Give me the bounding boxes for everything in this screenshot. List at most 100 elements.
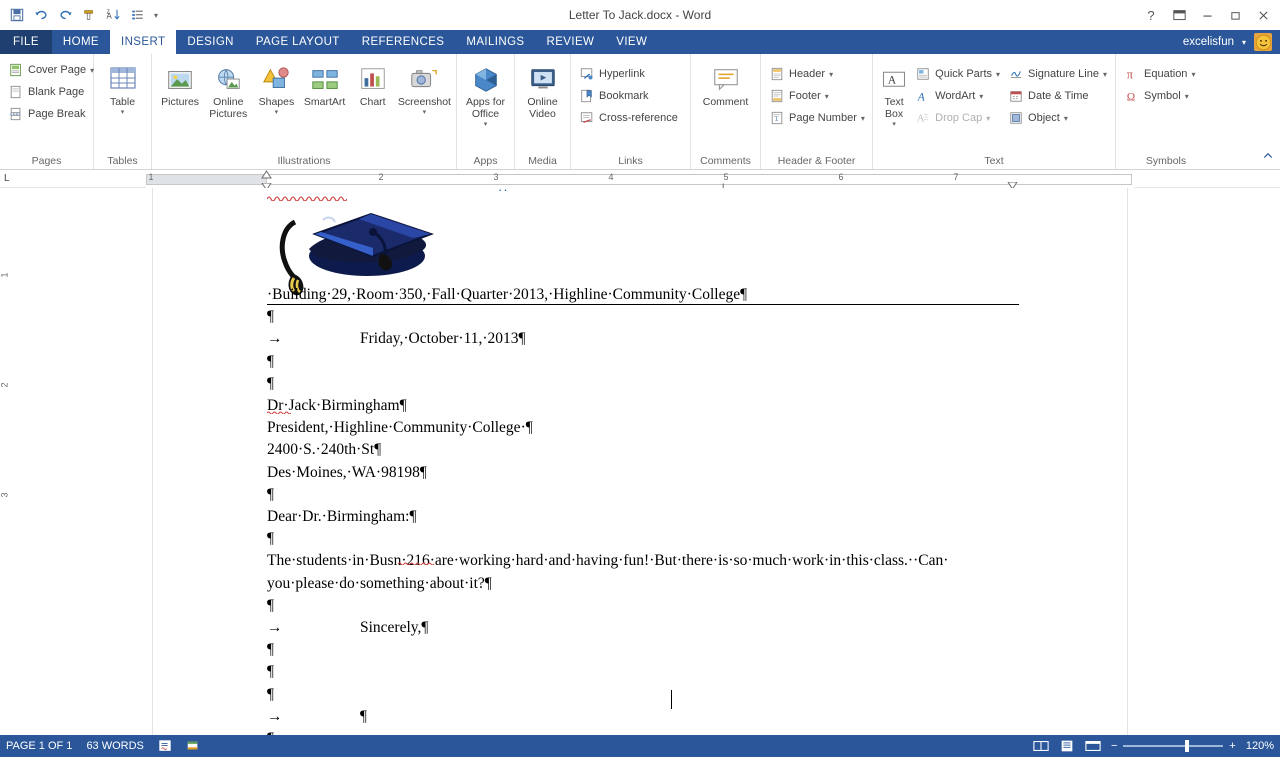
shapes-button[interactable]: Shapes ▾: [252, 59, 300, 118]
chevron-down-icon[interactable]: ▾: [825, 92, 829, 101]
bookmark-button[interactable]: Bookmark: [575, 85, 682, 107]
tab-design[interactable]: DESIGN: [176, 30, 245, 54]
object-icon: [1008, 110, 1024, 126]
status-bar-right[interactable]: − + 120%: [1033, 739, 1274, 753]
tab-home[interactable]: HOME: [52, 30, 110, 54]
pictures-button[interactable]: Pictures: [156, 59, 204, 111]
chevron-down-icon[interactable]: ▾: [861, 114, 865, 123]
symbol-button[interactable]: Ω Symbol ▾: [1120, 85, 1199, 107]
zoom-knob[interactable]: [1185, 740, 1190, 752]
wordart-button[interactable]: A WordArt ▾: [911, 85, 1004, 107]
document-text[interactable]: ·Building·29,·Room·350,·Fall·Quarter·201…: [267, 284, 1027, 735]
chevron-down-icon[interactable]: ▾: [1185, 92, 1189, 101]
zoom-slider[interactable]: − +: [1111, 740, 1236, 752]
tab-review[interactable]: REVIEW: [536, 30, 606, 54]
tab-mailings[interactable]: MAILINGS: [455, 30, 535, 54]
ribbon-display-options-icon[interactable]: [1166, 2, 1192, 28]
zoom-out-button[interactable]: −: [1111, 740, 1117, 752]
redo-icon[interactable]: [54, 4, 76, 26]
doc-line-7: President,·Highline·Community·College·¶: [267, 419, 533, 437]
signature-line-button[interactable]: Signature Line ▾: [1004, 63, 1111, 85]
quick-access-toolbar[interactable]: AZ ▾: [0, 4, 162, 26]
footer-button[interactable]: Footer ▾: [765, 85, 869, 107]
print-layout-icon[interactable]: [1059, 739, 1075, 753]
chevron-down-icon[interactable]: ▾: [1103, 70, 1107, 79]
zoom-track[interactable]: [1123, 740, 1224, 752]
word-count[interactable]: 63 WORDS: [86, 740, 143, 752]
undo-icon[interactable]: [30, 4, 52, 26]
qat-dropdown-icon[interactable]: ▾: [150, 4, 162, 26]
chevron-down-icon[interactable]: ▾: [979, 92, 983, 101]
chevron-down-icon[interactable]: ▾: [1191, 70, 1195, 79]
document-page[interactable]: ·· ·Building·29,·Room·350,·Fall·Quarter·…: [152, 188, 1128, 735]
zoom-in-button[interactable]: +: [1229, 740, 1235, 752]
collapse-ribbon-icon[interactable]: [1262, 150, 1274, 165]
restore-icon[interactable]: [1222, 2, 1248, 28]
text-box-button[interactable]: A Text Box ▾: [877, 59, 911, 130]
ruler-text-area: [266, 174, 1132, 185]
ribbon-tab-bar[interactable]: FILE HOME INSERT DESIGN PAGE LAYOUT REFE…: [0, 30, 1280, 54]
format-painter-icon[interactable]: [78, 4, 100, 26]
cover-page-button[interactable]: Cover Page ▾: [4, 59, 98, 81]
hyperlink-button[interactable]: Hyperlink: [575, 63, 682, 85]
equation-button[interactable]: π Equation ▾: [1120, 63, 1199, 85]
language-icon[interactable]: [186, 739, 200, 753]
page-break-button[interactable]: Page Break: [4, 103, 98, 125]
smartart-button[interactable]: SmartArt: [301, 59, 349, 111]
read-mode-icon[interactable]: [1033, 739, 1049, 753]
tab-page-layout[interactable]: PAGE LAYOUT: [245, 30, 351, 54]
ruler-scale[interactable]: 1 2 3 4 5 6 7 L: [146, 170, 1134, 192]
screenshot-button[interactable]: Screenshot ▾: [397, 59, 452, 118]
proofing-errors-icon[interactable]: [158, 739, 172, 753]
comment-button[interactable]: Comment: [695, 59, 756, 111]
chevron-down-icon[interactable]: ▾: [892, 121, 896, 128]
window-controls[interactable]: ?: [1138, 0, 1276, 30]
sort-icon[interactable]: AZ: [102, 4, 124, 26]
chevron-down-icon[interactable]: ▾: [1242, 38, 1246, 47]
document-area[interactable]: 1 2 3 ·· ·Building·29,·Room·350,·Fall·Qu…: [0, 188, 1280, 735]
online-video-button[interactable]: Online Video: [519, 59, 566, 123]
chevron-down-icon[interactable]: ▾: [996, 70, 1000, 79]
minimize-icon[interactable]: [1194, 2, 1220, 28]
header-button[interactable]: Header ▾: [765, 63, 869, 85]
chart-button[interactable]: Chart: [349, 59, 397, 111]
save-icon[interactable]: [6, 4, 28, 26]
chevron-down-icon[interactable]: ▾: [275, 109, 279, 116]
tab-view[interactable]: VIEW: [605, 30, 658, 54]
page-number-button[interactable]: 1 Page Number ▾: [765, 107, 869, 129]
close-icon[interactable]: [1250, 2, 1276, 28]
online-pictures-label: Online Pictures: [209, 96, 248, 120]
apps-for-office-button[interactable]: Apps for Office ▾: [461, 59, 510, 130]
zoom-level[interactable]: 120%: [1246, 740, 1274, 752]
blank-page-button[interactable]: Blank Page: [4, 81, 98, 103]
svg-text:A: A: [917, 91, 925, 103]
status-bar[interactable]: PAGE 1 OF 1 63 WORDS − + 120%: [0, 735, 1280, 757]
tab-stop-selector-icon[interactable]: L: [4, 173, 10, 184]
drop-cap-button[interactable]: A Drop Cap ▾: [911, 107, 1004, 129]
account-name[interactable]: excelisfun: [1183, 36, 1234, 48]
web-layout-icon[interactable]: [1085, 739, 1101, 753]
tab-insert[interactable]: INSERT: [110, 30, 177, 54]
chevron-down-icon[interactable]: ▾: [121, 109, 125, 116]
date-and-time-button[interactable]: Date & Time: [1004, 85, 1111, 107]
screenshot-label: Screenshot: [397, 96, 451, 108]
chevron-down-icon[interactable]: ▾: [986, 114, 990, 123]
quick-parts-button[interactable]: Quick Parts ▾: [911, 63, 1004, 85]
online-pictures-button[interactable]: Online Pictures: [204, 59, 252, 123]
tab-file[interactable]: FILE: [0, 30, 52, 54]
avatar[interactable]: [1254, 33, 1272, 51]
table-button[interactable]: Table ▾: [98, 59, 147, 118]
horizontal-ruler[interactable]: L 1 2 3 4 5 6 7 L: [0, 170, 1280, 192]
chevron-down-icon[interactable]: ▾: [484, 121, 488, 128]
chevron-down-icon[interactable]: ▾: [829, 70, 833, 79]
chevron-down-icon[interactable]: ▾: [1064, 114, 1068, 123]
customize-quick-access-toolbar-icon[interactable]: [126, 4, 148, 26]
help-icon[interactable]: ?: [1138, 2, 1164, 28]
chevron-down-icon[interactable]: ▾: [423, 109, 427, 116]
tab-references[interactable]: REFERENCES: [351, 30, 456, 54]
page-indicator[interactable]: PAGE 1 OF 1: [6, 740, 72, 752]
account-area[interactable]: excelisfun ▾: [1183, 30, 1280, 54]
ribbon-group-text: A Text Box ▾ Quick Parts ▾ A WordArt ▾ A…: [873, 54, 1116, 169]
object-button[interactable]: Object ▾: [1004, 107, 1111, 129]
cross-reference-button[interactable]: Cross-reference: [575, 107, 682, 129]
